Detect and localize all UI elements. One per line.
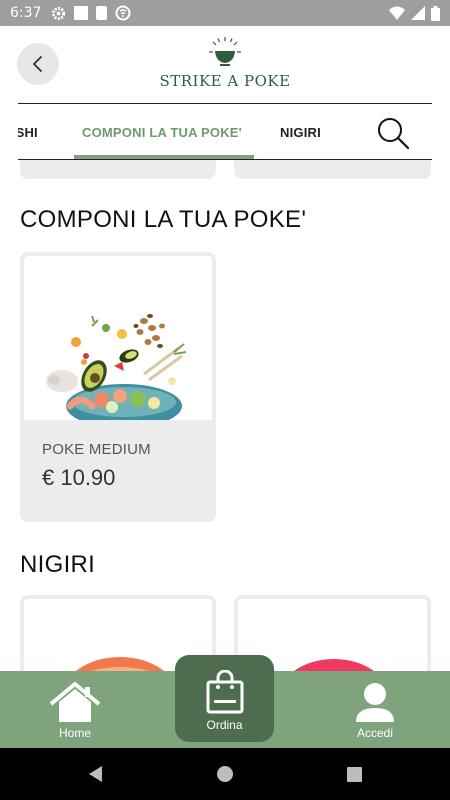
app-screen: 6:37 STRIKE A POKE HI COMPONI LA TUA POK… xyxy=(0,0,450,800)
category-tabs: USHI COMPONI LA TUA POKE' NIGIRI xyxy=(18,103,432,160)
home-circle-icon[interactable] xyxy=(216,764,234,784)
wifi-icon xyxy=(389,6,405,20)
settings-icon xyxy=(52,6,66,20)
brand-name: STRIKE A POKE xyxy=(159,72,291,90)
product-card-poke-medium[interactable]: POKE MEDIUM € 10.90 xyxy=(20,252,216,522)
previous-product-card[interactable] xyxy=(234,160,431,179)
poke-bowl-logo-icon xyxy=(209,37,241,66)
previous-product-card[interactable] xyxy=(20,160,216,179)
chevron-left-icon xyxy=(33,56,42,72)
product-price: € 10.90 xyxy=(42,465,116,490)
battery-icon xyxy=(431,5,440,21)
product-image xyxy=(24,256,212,420)
brand-logo[interactable]: STRIKE A POKE xyxy=(150,34,300,96)
recents-square-icon[interactable] xyxy=(346,764,364,784)
user-icon xyxy=(356,683,394,722)
tab-nigiri[interactable]: NIGIRI xyxy=(280,104,321,159)
shopping-bag-icon xyxy=(206,670,243,714)
notification-square-icon xyxy=(74,6,89,20)
status-notification-icons xyxy=(51,5,131,21)
product-name: POKE MEDIUM xyxy=(42,441,151,458)
house-icon xyxy=(49,682,101,722)
nav-accedi[interactable]: Accedi xyxy=(340,671,410,748)
menu-content[interactable]: COMPONI LA TUA POKE' POKE MEDIUM € 10.90… xyxy=(0,160,450,671)
status-time: 6:37 xyxy=(10,5,42,21)
status-system-icons xyxy=(389,5,440,21)
section-title: NIGIRI xyxy=(20,551,96,578)
search-icon xyxy=(378,118,410,150)
tab-sushi[interactable]: USHI xyxy=(18,104,38,159)
nav-home-label: Home xyxy=(58,726,91,740)
tab-componi-la-tua-poke[interactable]: COMPONI LA TUA POKE' xyxy=(82,104,242,159)
status-bar: 6:37 xyxy=(0,0,450,26)
nav-home[interactable]: Home xyxy=(40,671,110,748)
app-header: STRIKE A POKE xyxy=(0,26,450,104)
nav-accedi-label: Accedi xyxy=(356,726,394,740)
system-navigation-bar xyxy=(0,748,450,800)
search-button[interactable] xyxy=(376,116,412,152)
section-title: COMPONI LA TUA POKE' xyxy=(20,206,307,233)
back-triangle-icon[interactable] xyxy=(86,764,104,784)
active-tab-indicator xyxy=(74,155,254,159)
back-button[interactable] xyxy=(17,43,59,85)
nav-ordina[interactable]: Ordina xyxy=(175,655,274,742)
cell-signal-icon xyxy=(411,6,425,20)
nav-ordina-label: Ordina xyxy=(206,718,243,732)
no-signal-icon xyxy=(115,5,131,21)
poke-bowl-image xyxy=(46,314,187,420)
sd-card-icon xyxy=(96,6,108,20)
